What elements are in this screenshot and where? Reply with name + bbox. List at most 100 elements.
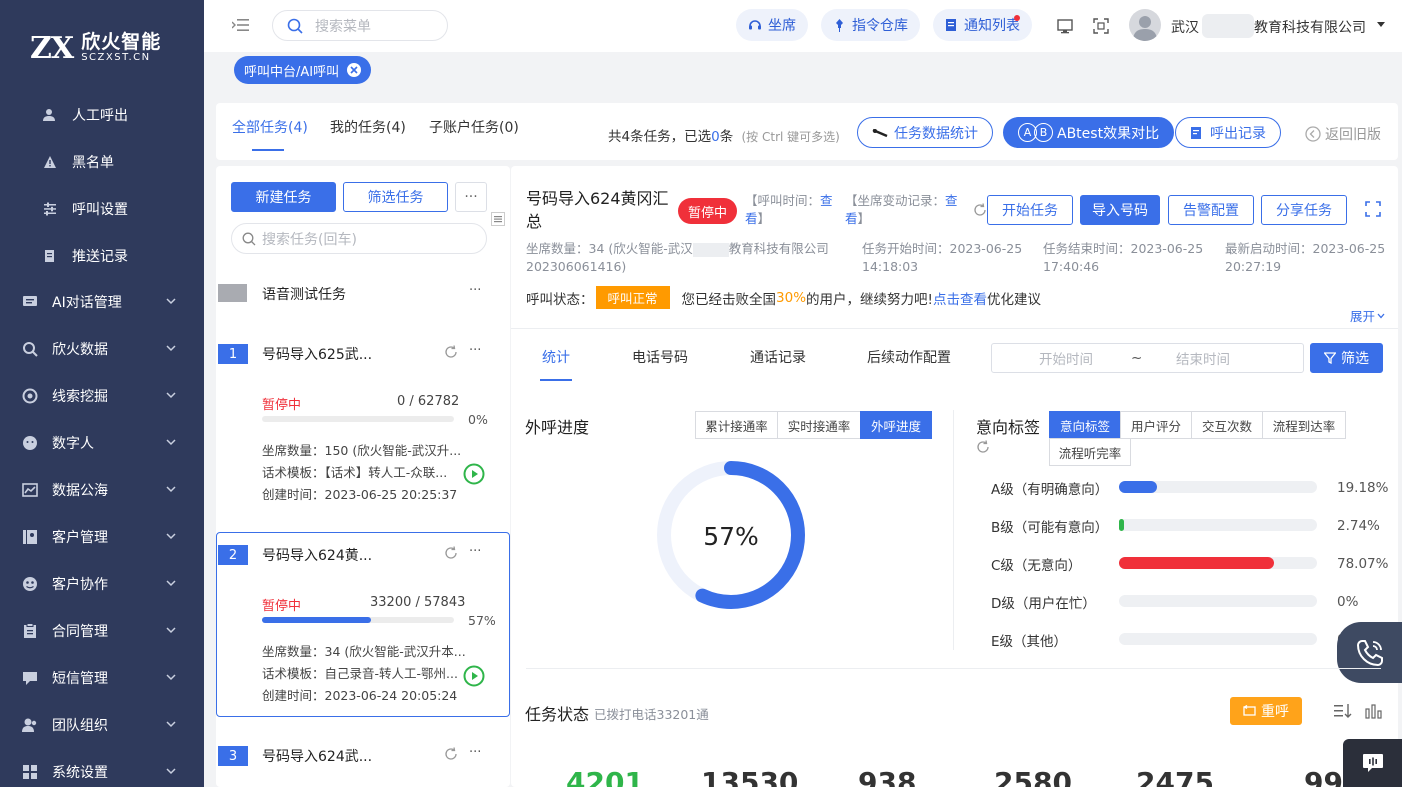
- refresh-icon[interactable]: [973, 203, 987, 217]
- group-more[interactable]: ···: [469, 283, 481, 298]
- seat-button[interactable]: 坐席: [736, 9, 808, 41]
- chat-icon: [22, 294, 38, 310]
- sidebar-item-label: 推送记录: [72, 249, 128, 265]
- sort-icon[interactable]: [1334, 703, 1352, 719]
- tab-phone-numbers[interactable]: 电话号码: [632, 347, 688, 367]
- notice-list-button[interactable]: 通知列表: [933, 9, 1032, 41]
- seg-user-score[interactable]: 用户评分: [1120, 411, 1192, 439]
- seg-realtime-rate[interactable]: 实时接通率: [777, 411, 861, 439]
- task-item-selected[interactable]: 2 号码导入624黄... ··· 暂停中 33200 / 57843 57% …: [216, 532, 510, 717]
- logo-name: 欣火智能: [81, 31, 162, 53]
- tab-statistics[interactable]: 统计: [542, 347, 570, 367]
- tab-sub-account-tasks[interactable]: 子账户任务(0): [429, 117, 519, 137]
- end-date-input[interactable]: 结束时间: [1176, 348, 1230, 368]
- task-search-input[interactable]: 搜索任务(回车): [231, 223, 487, 254]
- sidebar-item-collaboration[interactable]: 客户协作: [0, 564, 204, 604]
- task-more[interactable]: ···: [469, 544, 481, 559]
- sidebar-item-blacklist[interactable]: 黑名单: [0, 142, 204, 182]
- seat-label: 坐席: [768, 18, 796, 34]
- latest-label: 最新启动时间：2023-06-25: [1225, 241, 1386, 256]
- sidebar-item-ai-dialog[interactable]: AI对话管理: [0, 282, 204, 322]
- fullscreen-icon[interactable]: [1365, 201, 1381, 217]
- screen-icon[interactable]: [1057, 18, 1073, 34]
- float-chat-widget[interactable]: [1343, 739, 1402, 787]
- sidebar-item-data[interactable]: 欣火数据: [0, 329, 204, 369]
- date-range-picker[interactable]: 开始时间 ~ 结束时间: [991, 343, 1304, 373]
- sidebar-item-call-settings[interactable]: 呼叫设置: [0, 189, 204, 229]
- filter-task-button[interactable]: 筛选任务: [343, 182, 448, 212]
- back-circle-icon: [1305, 126, 1321, 142]
- sidebar-item-customers[interactable]: 客户管理: [0, 517, 204, 557]
- level-e-bar: [1119, 633, 1317, 645]
- sidebar-item-manual-call[interactable]: 人工呼出: [0, 95, 204, 135]
- seg-flow-reach-rate[interactable]: 流程到达率: [1262, 411, 1346, 439]
- seg-cumulative-rate[interactable]: 累计接通率: [695, 411, 778, 439]
- start-task-button[interactable]: 开始任务: [987, 195, 1073, 225]
- optimize-link[interactable]: 点击查看: [933, 288, 987, 308]
- avatar[interactable]: [1129, 9, 1161, 41]
- scan-icon[interactable]: [1093, 18, 1109, 34]
- tab-all-tasks[interactable]: 全部任务(4): [232, 117, 308, 137]
- recall-button[interactable]: 重呼: [1230, 697, 1302, 725]
- back-old-version-link[interactable]: 返回旧版: [1305, 124, 1381, 144]
- task-more[interactable]: ···: [469, 745, 481, 760]
- seg-interaction-count[interactable]: 交互次数: [1191, 411, 1263, 439]
- task-percent: 57%: [468, 613, 496, 628]
- chevron-down-icon: [166, 437, 176, 447]
- headset-icon: [748, 18, 762, 32]
- sidebar-item-lead-mining[interactable]: 线索挖掘: [0, 376, 204, 416]
- sidebar-item-team[interactable]: 团队组织: [0, 705, 204, 745]
- start-date-input[interactable]: 开始时间: [1039, 348, 1093, 368]
- menu-search-input[interactable]: 搜索菜单: [272, 10, 448, 41]
- team-icon: [22, 576, 38, 592]
- bar-chart-icon[interactable]: [1365, 703, 1383, 719]
- share-task-label: 分享任务: [1276, 203, 1332, 219]
- play-icon[interactable]: [463, 665, 485, 687]
- seg-intent-tags[interactable]: 意向标签: [1049, 411, 1121, 439]
- end-time: 17:40:46: [1043, 259, 1100, 274]
- alert-config-button[interactable]: 告警配置: [1168, 195, 1254, 225]
- group-color-swatch: [218, 284, 247, 302]
- panel-toggle-icon[interactable]: [491, 212, 505, 226]
- active-page-tag[interactable]: 呼叫中台/AI呼叫: [234, 56, 372, 84]
- task-stats-button[interactable]: 任务数据统计: [857, 117, 993, 148]
- command-repo-button[interactable]: 指令仓库: [821, 9, 920, 41]
- tab-followup-actions[interactable]: 后续动作配置: [867, 347, 951, 367]
- tab-my-tasks[interactable]: 我的任务(4): [330, 117, 406, 137]
- task-item[interactable]: 3 号码导入624武... ···: [216, 736, 510, 776]
- refresh-icon[interactable]: [444, 345, 458, 359]
- menu-collapse-icon[interactable]: [232, 17, 250, 33]
- sidebar-item-sms[interactable]: 短信管理: [0, 658, 204, 698]
- seg-flow-listen-rate[interactable]: 流程听完率: [1049, 438, 1131, 466]
- abtest-button[interactable]: A B ABtest效果对比: [1003, 117, 1175, 148]
- play-icon[interactable]: [463, 463, 485, 485]
- call-records-button[interactable]: 呼出记录: [1175, 117, 1281, 148]
- float-call-widget[interactable]: [1337, 622, 1402, 683]
- task-status-title: 任务状态: [525, 705, 590, 724]
- tab-call-records[interactable]: 通话记录: [750, 347, 806, 367]
- seats-redaction: [692, 242, 729, 257]
- tab-active-underline: [252, 149, 284, 151]
- refresh-icon[interactable]: [976, 440, 990, 454]
- stats-filter-button[interactable]: 筛选: [1310, 343, 1383, 373]
- refresh-icon[interactable]: [444, 747, 458, 761]
- sidebar-item-settings[interactable]: 系统设置: [0, 752, 204, 787]
- sidebar-item-push-records[interactable]: 推送记录: [0, 236, 204, 276]
- more-button[interactable]: ···: [455, 182, 487, 212]
- new-task-button[interactable]: 新建任务: [231, 182, 336, 212]
- level-c-fill: [1119, 557, 1274, 569]
- caret-down-icon[interactable]: [1376, 22, 1386, 28]
- seg-call-progress[interactable]: 外呼进度: [860, 411, 932, 439]
- task-more[interactable]: ···: [469, 343, 481, 358]
- start-label: 任务开始时间：2023-06-25: [862, 241, 1023, 256]
- share-task-button[interactable]: 分享任务: [1261, 195, 1347, 225]
- import-numbers-button[interactable]: 导入号码: [1080, 195, 1160, 225]
- refresh-icon[interactable]: [444, 546, 458, 560]
- sidebar-item-contracts[interactable]: 合同管理: [0, 611, 204, 651]
- sidebar-item-digital-human[interactable]: 数字人: [0, 423, 204, 463]
- close-icon[interactable]: [347, 63, 362, 77]
- call-time-label: 【呼叫时间：: [745, 193, 821, 208]
- expand-toggle[interactable]: 展开: [1350, 306, 1385, 325]
- task-item[interactable]: 1 号码导入625武... ··· 暂停中 0 / 62782 0% 坐席数量：…: [216, 334, 510, 514]
- sidebar-item-data-pool[interactable]: 数据公海: [0, 470, 204, 510]
